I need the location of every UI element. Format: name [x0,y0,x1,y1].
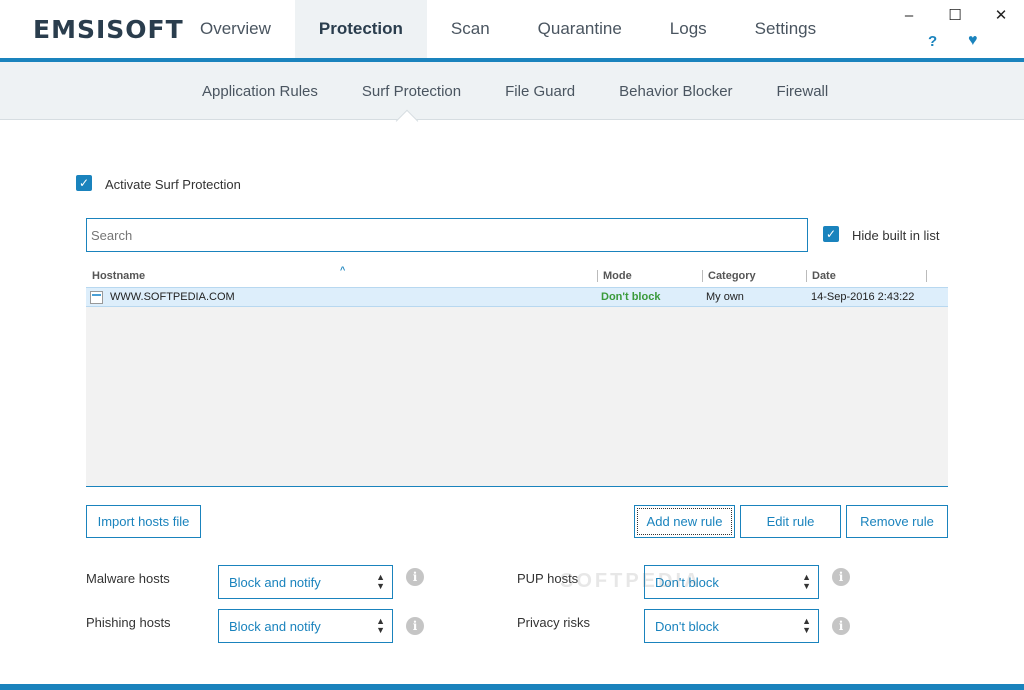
privacy-risks-label: Privacy risks [517,615,590,630]
close-icon[interactable]: ✕ [978,0,1024,30]
malware-hosts-value: Block and notify [229,574,321,590]
row-category: My own [706,291,744,303]
top-header: EMSISOFT Overview Protection Scan Quaran… [0,0,1024,62]
remove-rule-button[interactable]: Remove rule [846,505,948,538]
malware-hosts-label: Malware hosts [86,571,170,586]
help-icon[interactable]: ? [928,33,937,50]
column-separator [926,270,927,282]
info-icon[interactable]: i [406,568,424,586]
search-input[interactable] [86,218,808,252]
add-new-rule-button[interactable]: Add new rule [634,505,735,538]
phishing-hosts-value: Block and notify [229,618,321,634]
activate-surf-protection-checkbox[interactable]: ✓ [76,175,92,191]
column-separator [702,270,703,282]
tab-quarantine[interactable]: Quarantine [514,0,646,58]
column-hostname[interactable]: Hostname [92,270,145,282]
tab-settings[interactable]: Settings [731,0,840,58]
edit-rule-button[interactable]: Edit rule [740,505,841,538]
subtab-firewall[interactable]: Firewall [755,62,851,120]
tab-protection[interactable]: Protection [294,0,427,58]
column-separator [597,270,598,282]
list-header: Hostname ^ Mode Category Date [86,265,948,287]
select-arrows-icon: ▲ ▼ [802,616,811,635]
row-mode: Don't block [601,291,661,303]
hide-builtin-label: Hide built in list [852,228,940,243]
column-mode[interactable]: Mode [603,270,632,282]
tab-scan[interactable]: Scan [427,0,514,58]
main-tabs: Overview Protection Scan Quarantine Logs… [176,0,840,58]
maximize-icon[interactable]: ☐ [932,0,978,30]
footer-bar [0,684,1024,690]
hide-builtin-checkbox[interactable]: ✓ [823,226,839,242]
info-icon[interactable]: i [832,617,850,635]
subtab-file-guard[interactable]: File Guard [483,62,597,120]
watermark: SOFTPEDIA [560,570,702,592]
minimize-icon[interactable]: – [886,0,932,30]
phishing-hosts-label: Phishing hosts [86,615,171,630]
sort-ascending-icon: ^ [340,265,346,275]
heart-icon[interactable]: ♥ [968,32,978,50]
activate-surf-protection-label: Activate Surf Protection [105,177,241,192]
select-arrows-icon: ▲ ▼ [802,572,811,591]
select-arrows-icon: ▲ ▼ [376,616,385,635]
app-logo: EMSISOFT [33,15,184,44]
phishing-hosts-select[interactable]: Block and notify ▲ ▼ [218,609,393,643]
info-icon[interactable]: i [832,568,850,586]
table-row[interactable]: WWW.SOFTPEDIA.COM Don't block My own 14-… [86,287,948,307]
web-page-icon [90,291,103,304]
column-separator [806,270,807,282]
malware-hosts-select[interactable]: Block and notify ▲ ▼ [218,565,393,599]
import-hosts-file-button[interactable]: Import hosts file [86,505,201,538]
row-hostname: WWW.SOFTPEDIA.COM [110,291,235,303]
tab-overview[interactable]: Overview [176,0,295,58]
select-arrows-icon: ▲ ▼ [376,572,385,591]
row-date: 14-Sep-2016 2:43:22 [811,291,915,303]
subtab-application-rules[interactable]: Application Rules [180,62,340,120]
privacy-risks-select[interactable]: Don't block ▲ ▼ [644,609,819,643]
privacy-risks-value: Don't block [655,618,719,634]
window-controls: – ☐ ✕ [886,0,1024,30]
info-icon[interactable]: i [406,617,424,635]
subtab-behavior-blocker[interactable]: Behavior Blocker [597,62,754,120]
sub-navigation: Application Rules Surf Protection File G… [0,62,1024,120]
tab-logs[interactable]: Logs [646,0,731,58]
subtab-surf-protection[interactable]: Surf Protection [340,62,483,120]
rules-list[interactable]: Hostname ^ Mode Category Date WWW.SOFTPE… [86,265,948,487]
column-date[interactable]: Date [812,270,836,282]
column-category[interactable]: Category [708,270,756,282]
